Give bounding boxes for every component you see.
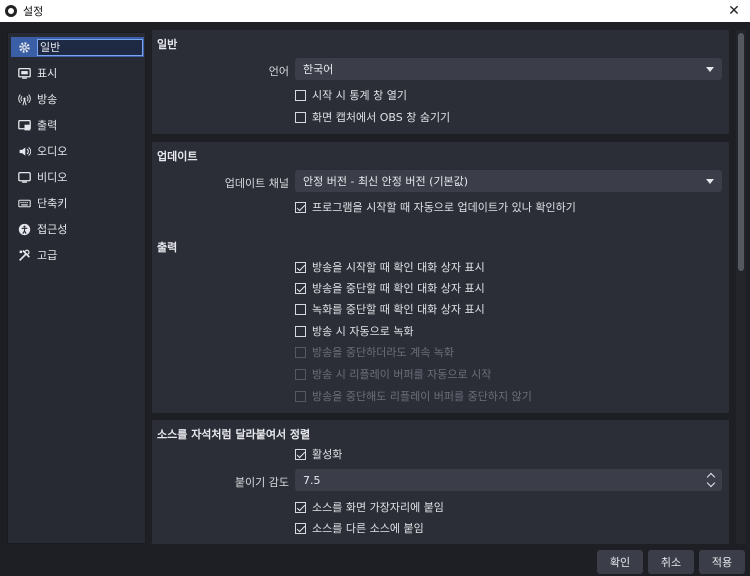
checkbox-box <box>295 303 306 315</box>
confirm-stop-record-checkbox[interactable]: 녹화를 중단할 때 확인 대화 상자 표시 <box>295 301 485 317</box>
content-scrollbar[interactable] <box>736 30 746 544</box>
confirm-start-stream-checkbox[interactable]: 방송을 시작할 때 확인 대화 상자 표시 <box>295 259 485 275</box>
close-icon[interactable]: ✕ <box>724 1 744 21</box>
auto-update-check-checkbox[interactable]: 프로그램을 시작할 때 자동으로 업데이트가 있나 확인하기 <box>295 199 576 215</box>
apply-button[interactable]: 적용 <box>699 550 745 574</box>
confirm-stop-stream-checkbox[interactable]: 방송을 중단할 때 확인 대화 상자 표시 <box>295 280 485 296</box>
checkbox-label: 시작 시 통계 창 열기 <box>312 89 407 102</box>
sidebar-item-hotkeys[interactable]: 단축키 <box>11 193 144 213</box>
checkbox-box <box>295 448 306 460</box>
general-group: 일반 언어 한국어 시작 시 통계 창 열기 화면 캡처에서 OBS 창 숨기기 <box>152 30 729 134</box>
language-select[interactable]: 한국어 <box>295 58 722 80</box>
sidebar-item-label: 표시 <box>37 67 58 80</box>
sidebar-item-label: 오디오 <box>37 145 68 158</box>
scrollbar-thumb[interactable] <box>738 33 744 271</box>
sidebar-item-label: 출력 <box>37 119 58 132</box>
sidebar-item-label: 고급 <box>37 249 58 262</box>
checkbox-label: 방송을 중단해도 리플레이 버퍼를 중단하지 않기 <box>312 390 532 403</box>
chevron-down-icon <box>702 60 718 78</box>
checkbox-box <box>295 368 306 380</box>
tools-icon <box>17 248 31 262</box>
group-title: 소스를 자석처럼 달라붙여서 정렬 <box>157 428 311 441</box>
checkbox-label: 방송을 시작할 때 확인 대화 상자 표시 <box>312 261 485 274</box>
keyboard-icon <box>17 196 31 210</box>
update-channel-select[interactable]: 안정 버전 - 최신 안정 버전 (기본값) <box>295 170 722 192</box>
checkbox-box <box>295 282 306 294</box>
sidebar-item-audio[interactable]: 오디오 <box>11 141 144 161</box>
language-value: 한국어 <box>303 63 334 76</box>
gear-icon <box>17 40 31 54</box>
checkbox-label: 방송 시 자동으로 녹화 <box>312 325 414 338</box>
checkbox-box <box>295 390 306 402</box>
update-channel-value: 안정 버전 - 최신 안정 버전 (기본값) <box>303 175 469 188</box>
snap-to-other-sources-checkbox[interactable]: 소스를 다른 소스에 붙임 <box>295 520 424 536</box>
cancel-button[interactable]: 취소 <box>648 550 694 574</box>
keep-recording-checkbox: 방송을 중단하더라도 계속 녹화 <box>295 344 454 360</box>
checkbox-label: 녹화를 중단할 때 확인 대화 상자 표시 <box>312 303 485 316</box>
chevron-down-icon[interactable] <box>706 480 716 489</box>
sidebar-item-video[interactable]: 비디오 <box>11 167 144 187</box>
sidebar-item-label: 접근성 <box>37 223 68 236</box>
obs-logo-icon <box>5 5 17 17</box>
checkbox-box <box>295 501 306 513</box>
checkbox-label: 활성화 <box>312 448 343 461</box>
snap-to-screen-edge-checkbox[interactable]: 소스를 화면 가장자리에 붙임 <box>295 499 444 515</box>
checkbox-box <box>295 346 306 358</box>
title-bar: 설정 ✕ <box>0 0 750 22</box>
group-title: 일반 <box>157 38 178 51</box>
checkbox-box <box>295 325 306 337</box>
output-group: 출력 방송을 시작할 때 확인 대화 상자 표시 방송을 중단할 때 확인 대화… <box>152 233 729 413</box>
checkbox-label: 방송 시 리플레이 버퍼를 자동으로 시작 <box>312 368 492 381</box>
sidebar-item-label: 비디오 <box>37 171 68 184</box>
chevron-down-icon <box>702 172 718 190</box>
snap-sensitivity-label: 붙이기 감도 <box>234 476 289 489</box>
sidebar-item-general[interactable]: 일반 <box>11 37 144 57</box>
language-label: 언어 <box>268 65 289 78</box>
snapping-enable-checkbox[interactable]: 활성화 <box>295 446 342 462</box>
group-title: 업데이트 <box>157 150 198 163</box>
window-title: 설정 <box>23 5 44 18</box>
output-icon <box>17 118 31 132</box>
checkbox-box <box>295 111 306 123</box>
hide-from-capture-checkbox[interactable]: 화면 캡처에서 OBS 창 숨기기 <box>295 109 450 125</box>
checkbox-box <box>295 89 306 101</box>
group-title: 출력 <box>157 241 178 254</box>
accessibility-icon <box>17 222 31 236</box>
broadcast-icon <box>17 92 31 106</box>
checkbox-label: 방송을 중단할 때 확인 대화 상자 표시 <box>312 282 485 295</box>
checkbox-label: 프로그램을 시작할 때 자동으로 업데이트가 있나 확인하기 <box>312 201 576 214</box>
sidebar-item-accessibility[interactable]: 접근성 <box>11 219 144 239</box>
keep-replay-buffer-checkbox: 방송을 중단해도 리플레이 버퍼를 중단하지 않기 <box>295 388 532 404</box>
checkbox-label: 화면 캡처에서 OBS 창 숨기기 <box>312 111 451 124</box>
sidebar-item-output[interactable]: 출력 <box>11 115 144 135</box>
sidebar-item-display[interactable]: 표시 <box>11 63 144 83</box>
checkbox-label: 소스를 다른 소스에 붙임 <box>312 522 424 535</box>
settings-content: 일반 언어 한국어 시작 시 통계 창 열기 화면 캡처에서 OBS 창 숨기기… <box>152 30 732 544</box>
snap-sensitivity-value: 7.5 <box>303 473 321 487</box>
auto-replay-buffer-checkbox: 방송 시 리플레이 버퍼를 자동으로 시작 <box>295 366 491 382</box>
sidebar-item-stream[interactable]: 방송 <box>11 89 144 109</box>
sidebar-item-advanced[interactable]: 고급 <box>11 245 144 265</box>
display-icon <box>17 66 31 80</box>
checkbox-box <box>295 201 306 213</box>
settings-sidebar: 일반 표시 방송 출력 오디오 비디오 단축키 접근성 고급 <box>7 32 146 544</box>
update-channel-label: 업데이트 채널 <box>224 177 289 190</box>
sidebar-item-label: 방송 <box>37 93 58 106</box>
checkbox-box <box>295 522 306 534</box>
ok-button[interactable]: 확인 <box>597 550 643 574</box>
checkbox-label: 방송을 중단하더라도 계속 녹화 <box>312 346 455 359</box>
auto-record-checkbox[interactable]: 방송 시 자동으로 녹화 <box>295 323 414 339</box>
sidebar-item-label: 단축키 <box>37 197 68 210</box>
snap-sensitivity-spinbox[interactable]: 7.5 <box>295 469 722 491</box>
speaker-icon <box>17 144 31 158</box>
monitor-icon <box>17 170 31 184</box>
checkbox-label: 소스를 화면 가장자리에 붙임 <box>312 501 444 514</box>
snapping-group: 소스를 자석처럼 달라붙여서 정렬 활성화 붙이기 감도 7.5 소스를 화면 … <box>152 420 729 544</box>
checkbox-box <box>295 261 306 273</box>
sidebar-item-label: 일반 <box>37 38 143 56</box>
stats-on-start-checkbox[interactable]: 시작 시 통계 창 열기 <box>295 87 407 103</box>
